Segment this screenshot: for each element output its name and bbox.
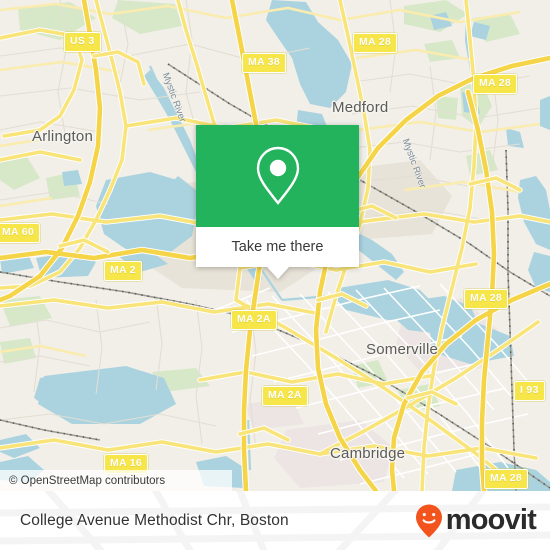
take-me-there-button[interactable]: Take me there: [196, 227, 359, 267]
highway-shield: I 93: [514, 381, 545, 401]
moovit-logo[interactable]: moovit: [414, 503, 537, 539]
highway-shield: MA 28: [473, 74, 518, 94]
highway-shield: MA 2A: [231, 310, 277, 330]
highway-shield: MA 28: [464, 289, 509, 309]
map-canvas[interactable]: .w { fill:#aad3df; } .grn { fill:#d6e8c8…: [0, 0, 550, 491]
footer-bar: College Avenue Methodist Chr, Boston moo…: [0, 491, 550, 550]
highway-shield: MA 2A: [262, 386, 308, 406]
popup-header: [196, 125, 359, 227]
location-popup-card[interactable]: Take me there: [196, 125, 359, 279]
map-pin-icon: [256, 146, 299, 205]
moovit-map-page: .w { fill:#aad3df; } .grn { fill:#d6e8c8…: [0, 0, 550, 550]
highway-shield: MA 38: [242, 53, 287, 73]
highway-shield: MA 60: [0, 223, 41, 243]
page-title: College Avenue Methodist Chr, Boston: [20, 511, 289, 529]
moovit-wordmark: moovit: [445, 504, 537, 536]
map-attribution[interactable]: © OpenStreetMap contributors: [0, 470, 232, 491]
highway-shield: MA 28: [353, 33, 398, 53]
highway-shield: US 3: [64, 32, 101, 52]
highway-shield: MA 2: [104, 261, 142, 281]
moovit-pin-smile-icon: [415, 504, 442, 537]
highway-shield: MA 28: [484, 469, 529, 489]
take-me-there-label: Take me there: [231, 239, 324, 255]
popup-pointer: [266, 267, 289, 279]
attribution-text: © OpenStreetMap contributors: [9, 474, 166, 487]
